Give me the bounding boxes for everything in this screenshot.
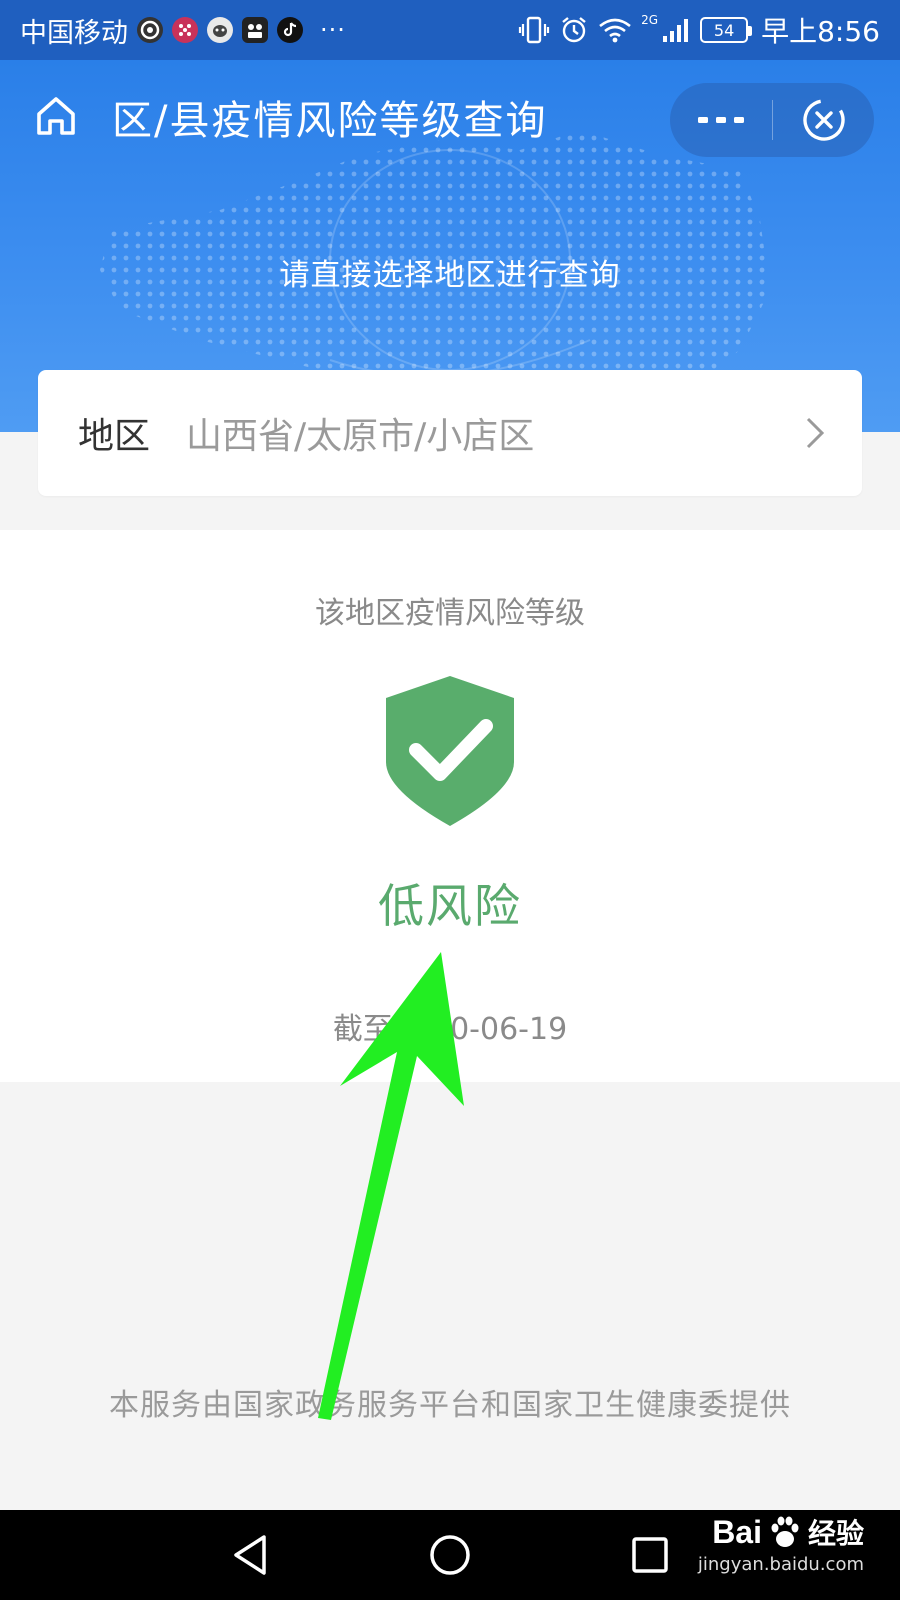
page-title: 区/县疫情风险等级查询 (112, 98, 548, 144)
recent-apps-button[interactable] (625, 1530, 675, 1580)
risk-result-panel: 该地区疫情风险等级 低风险 截至2020-06-19 (0, 530, 900, 1082)
service-provider-note: 本服务由国家政务服务平台和国家卫生健康委提供 (109, 1388, 791, 1423)
watermark-brand: Bai (712, 1513, 762, 1550)
home-icon (37, 97, 75, 135)
more-notifications: ··· (320, 16, 346, 44)
more-dots-icon (698, 117, 744, 123)
battery-level: 54 (713, 20, 735, 40)
network-type: 2G (641, 13, 659, 27)
battery-icon: 54 (700, 17, 753, 43)
back-button[interactable] (225, 1530, 275, 1580)
baidu-jingyan-watermark: Bai 经验 jingyan.baidu.com (674, 1512, 864, 1598)
app-notification-icon (172, 17, 198, 43)
watermark-logo: Bai 经验 (674, 1512, 864, 1552)
status-bar: 中国移动 ··· 2G 54 早上8:56 (0, 0, 900, 60)
home-nav-button[interactable] (425, 1530, 475, 1580)
region-label: 地区 (78, 416, 151, 457)
home-button[interactable] (30, 90, 82, 142)
nav-row: 区/县疫情风险等级查询 (0, 60, 900, 180)
home-circle-icon (430, 1535, 470, 1575)
signal-icon (663, 19, 689, 42)
wifi-icon (599, 18, 631, 43)
more-menu-button[interactable] (670, 83, 772, 157)
app-notification-icon (242, 17, 268, 43)
app-notification-icon (207, 17, 233, 43)
watermark-brand-tail: 经验 (807, 1517, 864, 1550)
status-right: 2G 54 早上8:56 (518, 10, 880, 50)
paw-icon (771, 1516, 799, 1547)
target-close-icon (802, 99, 845, 141)
as-of-date: 截至2020-06-19 (332, 1012, 568, 1047)
app-notification-icon (277, 17, 303, 43)
vibrate-icon (519, 16, 550, 44)
mini-program-capsule (670, 83, 874, 157)
carrier-name: 中国移动 (20, 17, 128, 49)
recent-square-icon (632, 1537, 668, 1573)
region-value: 山西省/太原市/小店区 (186, 416, 535, 457)
chevron-right-icon (806, 417, 825, 449)
close-mini-program-button[interactable] (773, 83, 874, 157)
watermark-url: jingyan.baidu.com (697, 1554, 864, 1575)
page-subtitle: 请直接选择地区进行查询 (279, 258, 621, 293)
clock: 早上8:56 (761, 15, 880, 48)
shield-check-icon (386, 676, 514, 826)
status-left: 中国移动 ··· (20, 11, 346, 50)
region-selector[interactable]: 地区 山西省/太原市/小店区 (38, 370, 862, 496)
alarm-icon (562, 17, 586, 43)
back-triangle-icon (234, 1535, 266, 1575)
risk-level: 低风险 (378, 879, 522, 933)
app-notification-icon (137, 17, 163, 43)
result-label: 该地区疫情风险等级 (315, 596, 585, 631)
